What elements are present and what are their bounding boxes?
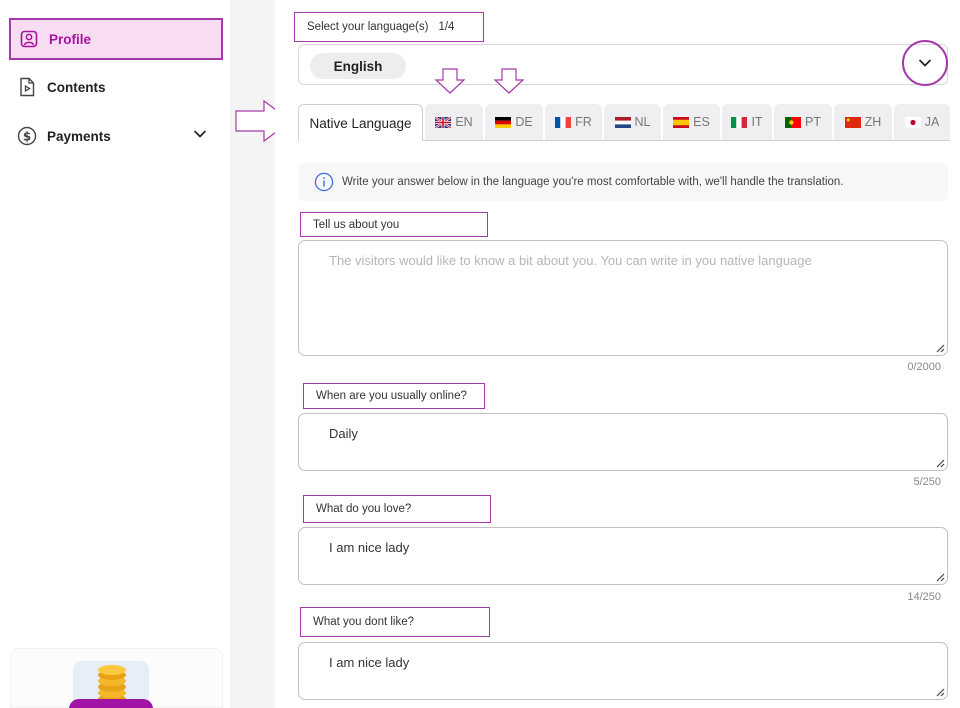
tab-it[interactable]: IT [722, 104, 772, 140]
tab-label: Native Language [309, 115, 412, 131]
dislike-value: I am nice lady [329, 655, 410, 670]
italy-flag-icon [731, 116, 748, 128]
svg-text:$: $ [23, 130, 31, 144]
field-label-text: What you dont like? [313, 616, 415, 628]
about-counter: 0/2000 [907, 361, 941, 373]
promo-bar[interactable] [69, 699, 153, 708]
tab-label: EN [455, 115, 473, 129]
tab-de[interactable]: DE [485, 104, 543, 140]
love-counter: 14/250 [907, 591, 941, 603]
field-label-text: When are you usually online? [316, 390, 467, 402]
language-chip-label: English [333, 58, 383, 74]
tab-label: FR [575, 115, 592, 129]
language-title: Select your language(s) [307, 21, 429, 33]
field-label-online: When are you usually online? [303, 383, 485, 409]
language-chip-english[interactable]: English [310, 53, 406, 79]
about-textarea[interactable]: The visitors would like to know a bit ab… [298, 240, 948, 356]
field-label-text: Tell us about you [313, 218, 400, 231]
sidebar-item-label: Profile [49, 31, 92, 47]
uk-flag-icon [435, 116, 452, 128]
resize-grip-icon[interactable] [935, 687, 945, 697]
sidebar-item-payments[interactable]: $ Payments [9, 115, 223, 157]
tab-pt[interactable]: PT [774, 104, 832, 140]
language-tabs: Native Language EN DE FR NL ES IT PT ZH … [298, 104, 950, 141]
field-label-love: What do you love? [303, 495, 491, 523]
love-textarea[interactable]: I am nice lady [298, 527, 948, 585]
online-counter: 5/250 [913, 476, 941, 488]
chevron-down-icon[interactable] [193, 127, 207, 142]
tabs-divider [423, 140, 950, 141]
language-dropdown-button[interactable] [902, 40, 948, 86]
tab-label: ES [693, 115, 710, 129]
user-icon [19, 29, 39, 49]
sidebar-item-profile[interactable]: Profile [9, 18, 223, 60]
tab-label: PT [805, 115, 821, 129]
info-text: Write your answer below in the language … [342, 176, 844, 188]
language-label-box: Select your language(s) 1/4 [294, 12, 484, 42]
online-value: Daily [329, 426, 358, 441]
tab-nl[interactable]: NL [604, 104, 661, 140]
annotation-arrow-down-icon [493, 68, 525, 94]
language-count: 1/4 [438, 21, 455, 33]
file-video-icon [17, 77, 37, 97]
tab-ja[interactable]: JA [894, 104, 950, 140]
sidebar-item-label: Payments [47, 128, 111, 144]
tab-label: DE [515, 115, 533, 129]
sidebar-item-contents[interactable]: Contents [9, 66, 223, 108]
japan-flag-icon [904, 116, 921, 128]
portugal-flag-icon [785, 116, 801, 128]
main-panel: Select your language(s) 1/4 English Nati… [275, 0, 960, 708]
tab-en[interactable]: EN [425, 104, 483, 140]
resize-grip-icon[interactable] [935, 458, 945, 468]
germany-flag-icon [495, 116, 512, 128]
tab-label: JA [924, 115, 940, 129]
france-flag-icon [555, 116, 572, 128]
resize-grip-icon[interactable] [935, 572, 945, 582]
field-label-dislike: What you dont like? [300, 607, 490, 637]
field-label-about: Tell us about you [300, 212, 488, 237]
tab-es[interactable]: ES [663, 104, 720, 140]
tab-label: IT [751, 115, 763, 129]
dollar-icon: $ [17, 126, 37, 146]
tab-native-language[interactable]: Native Language [298, 104, 423, 141]
resize-grip-icon[interactable] [935, 343, 945, 353]
online-textarea[interactable]: Daily [298, 413, 948, 471]
about-placeholder: The visitors would like to know a bit ab… [329, 253, 812, 268]
info-icon [314, 172, 334, 192]
sidebar-item-label: Contents [47, 79, 106, 95]
tab-label: NL [634, 115, 651, 129]
language-select[interactable]: English [298, 44, 948, 85]
promo-card[interactable] [10, 648, 223, 708]
field-label-text: What do you love? [316, 503, 412, 515]
chevron-down-icon [918, 59, 932, 67]
tab-fr[interactable]: FR [545, 104, 602, 140]
spain-flag-icon [673, 116, 690, 128]
love-value: I am nice lady [329, 540, 410, 555]
netherlands-flag-icon [614, 116, 631, 128]
dislike-textarea[interactable]: I am nice lady [298, 642, 948, 700]
annotation-arrow-down-icon [434, 68, 466, 94]
china-flag-icon [844, 116, 861, 128]
tab-label: ZH [864, 115, 882, 129]
translation-info-banner: Write your answer below in the language … [298, 163, 948, 201]
sidebar: Profile Contents $ Payments [0, 0, 231, 708]
tab-zh[interactable]: ZH [834, 104, 892, 140]
